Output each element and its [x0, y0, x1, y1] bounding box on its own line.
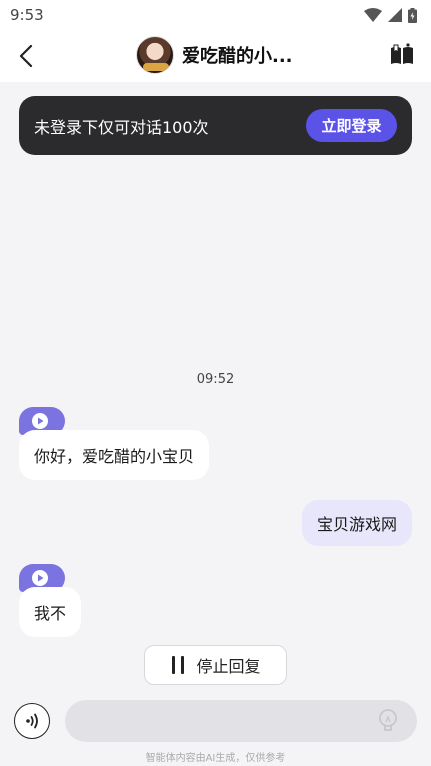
status-icons	[364, 7, 417, 23]
lightbulb-icon	[379, 709, 397, 731]
battery-icon	[408, 7, 417, 23]
sound-wave-icon	[26, 713, 38, 729]
wifi-icon	[364, 8, 382, 22]
bot-message: 你好，爱吃醋的小宝贝	[19, 430, 210, 480]
inspiration-button[interactable]	[375, 708, 401, 734]
message-input[interactable]	[65, 700, 417, 742]
bot-message: 我不	[19, 587, 82, 637]
pause-icon	[172, 656, 185, 674]
book-button[interactable]	[389, 42, 415, 68]
chat-timestamp: 09:52	[196, 372, 235, 387]
user-message: 宝贝游戏网	[301, 500, 412, 546]
login-button[interactable]: 立即登录	[306, 109, 397, 142]
voice-input-button[interactable]	[14, 703, 50, 739]
agent-avatar	[136, 36, 174, 74]
agent-info[interactable]: 爱吃醋的小...	[136, 36, 293, 74]
stop-reply-label: 停止回复	[196, 657, 261, 676]
chevron-left-icon	[19, 45, 33, 67]
signal-icon	[388, 8, 402, 22]
login-banner: 未登录下仅可对话100次 立即登录	[19, 96, 412, 155]
play-icon	[32, 413, 48, 429]
status-bar: 9:53	[0, 0, 431, 30]
stop-reply-button[interactable]: 停止回复	[144, 645, 287, 685]
input-bar: 智能体内容由AI生成，仅供参考	[0, 692, 431, 766]
ai-disclaimer: 智能体内容由AI生成，仅供参考	[145, 753, 286, 764]
login-limit-text: 未登录下仅可对话100次	[34, 117, 209, 137]
book-icon	[391, 43, 413, 64]
play-icon	[32, 570, 48, 586]
chat-header: 爱吃醋的小...	[0, 30, 431, 82]
status-time: 9:53	[10, 6, 44, 24]
agent-name: 爱吃醋的小...	[182, 46, 293, 67]
back-button[interactable]	[12, 42, 40, 70]
